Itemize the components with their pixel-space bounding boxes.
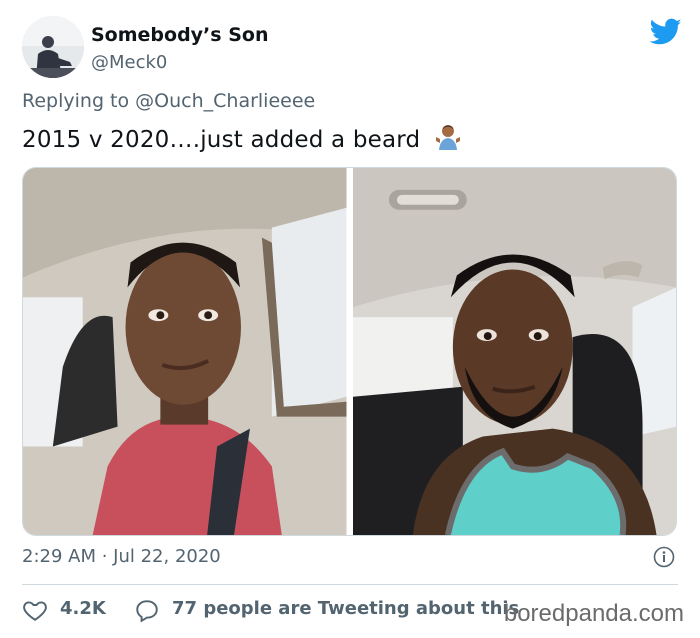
- tweet-media[interactable]: [22, 167, 677, 536]
- tweet-header: Somebody’s Son @Meck0: [22, 16, 682, 78]
- twitter-bird-icon[interactable]: [650, 18, 682, 46]
- replying-to-prefix: Replying to: [22, 90, 136, 112]
- user-handle[interactable]: @Meck0: [91, 52, 167, 73]
- man-shrugging-emoji: [435, 125, 460, 150]
- display-name[interactable]: Somebody’s Son: [91, 24, 268, 46]
- avatar[interactable]: [22, 16, 84, 78]
- reply-activity-link[interactable]: 77 people are Tweeting about this: [172, 598, 519, 619]
- like-count[interactable]: 4.2K: [60, 598, 106, 619]
- photo-2020[interactable]: [352, 168, 676, 535]
- photo-2015-image: [23, 168, 347, 535]
- boredpanda-watermark: boredpanda.com: [503, 600, 684, 627]
- tweet-body: 2015 v 2020….just added a beard: [22, 127, 421, 153]
- tweet-timestamp[interactable]: 2:29 AM · Jul 22, 2020: [22, 546, 221, 567]
- reply-bubble-icon[interactable]: [134, 597, 160, 623]
- tweet-card: Somebody’s Son @Meck0 Replying to @Ouch_…: [0, 0, 700, 638]
- photo-2015[interactable]: [23, 168, 347, 535]
- divider: [22, 584, 678, 585]
- heart-icon[interactable]: [22, 597, 48, 623]
- info-icon[interactable]: [653, 546, 675, 568]
- reply-mention-link[interactable]: @Ouch_Charlieeee: [135, 90, 315, 112]
- avatar-image: [22, 16, 84, 78]
- photo-2020-image: [352, 168, 676, 535]
- tweet-text: 2015 v 2020….just added a beard: [22, 123, 462, 153]
- replying-to: Replying to @Ouch_Charlieeee: [22, 90, 315, 112]
